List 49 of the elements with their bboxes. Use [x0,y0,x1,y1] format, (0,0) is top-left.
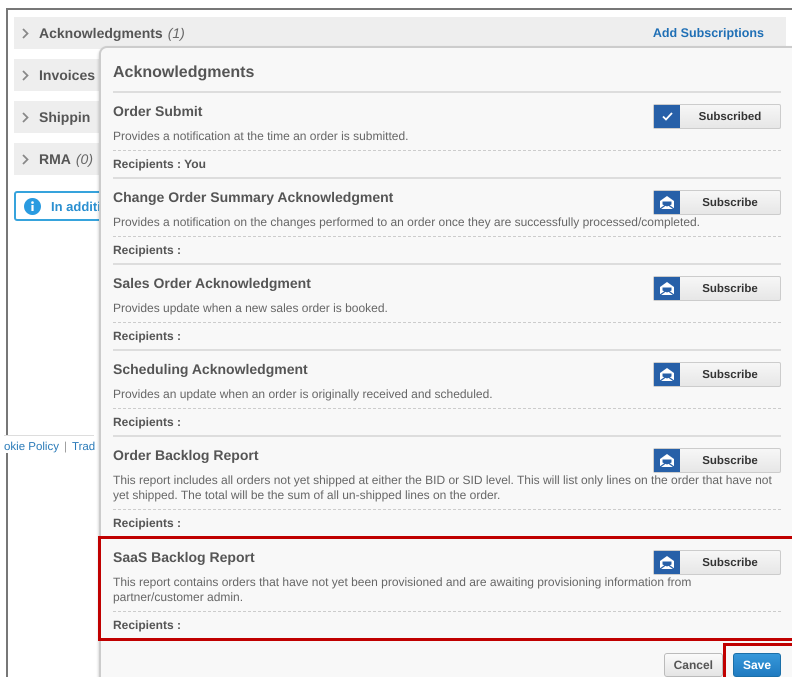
subscription-description: Provides update when a new sales order is booked. [113,301,781,323]
chevron-icon [22,112,29,122]
subscription-title: Scheduling Acknowledgment [113,360,308,377]
envelope-icon [659,195,675,210]
recipients-label: Recipients : [113,414,182,431]
recipients-label: Recipients : [113,328,182,345]
subscribe-button[interactable]: Subscribe [653,362,781,387]
cancel-button[interactable]: Cancel [664,653,723,677]
subscribe-button[interactable]: Subscribed [653,104,781,129]
recipients-label: Recipients : [113,617,182,634]
footer-link[interactable]: okie Policy [4,441,59,453]
section-title: RMA [39,151,71,167]
chevron-icon [22,28,29,38]
chevron-icon [22,70,29,80]
recipients-label: Recipients : You [113,156,207,173]
section-title: Invoices [39,67,96,83]
footer-link[interactable]: Trad [72,441,96,453]
link-separator: | [64,441,67,453]
section-count: (1) [168,25,185,41]
envelope-icon [659,281,675,296]
recipients-label: Recipients : [113,515,182,532]
subscribe-button[interactable]: Subscribe [653,276,781,301]
chevron-icon [22,154,29,164]
subscribe-button[interactable]: Subscribe [653,448,781,473]
envelope-icon [659,453,675,468]
info-icon [24,198,41,214]
section-title: Acknowledgments [39,25,163,41]
section-title: Shippin [39,109,90,125]
subscription-description: This report includes all orders not yet shipped at either the BID or SID level. This will list only lines on the order that have not yet shipped. The total will be the sum of all un-shipped lines on the order. [113,473,781,510]
envelope-icon [659,555,675,570]
dialog-title: Acknowledgments [113,48,781,93]
subscribe-button[interactable]: Subscribe [653,550,781,575]
subscription-title: Change Order Summary Acknowledgment [113,188,394,205]
checkmark-icon [662,112,672,121]
subscription-description: Provides a notification on the changes performed to an order once they are successfully processed/completed. [113,215,781,237]
subscribe-button[interactable]: Subscribe [653,190,781,215]
subscription-description: This report contains orders that have not yet been provisioned and are awaiting provisioning information from partner/customer admin. [113,575,781,612]
add-subscriptions-link[interactable]: Add Subscriptions [652,26,764,40]
section-count: (0) [76,151,94,167]
save-button[interactable]: Save [732,653,781,677]
subscription-title: SaaS Backlog Report [113,548,255,565]
accordion-header[interactable]: Acknowledgments (1) Add Subscriptions [14,17,786,49]
recipients-label: Recipients : [113,242,182,259]
subscription-description: Provides a notification at the time an order is submitted. [113,129,781,151]
subscription-description: Provides an update when an order is originally received and scheduled. [113,387,781,409]
envelope-icon [659,367,675,382]
subscription-title: Sales Order Acknowledgment [113,274,311,291]
subscription-title: Order Backlog Report [113,446,258,463]
subscription-title: Order Submit [113,102,202,119]
